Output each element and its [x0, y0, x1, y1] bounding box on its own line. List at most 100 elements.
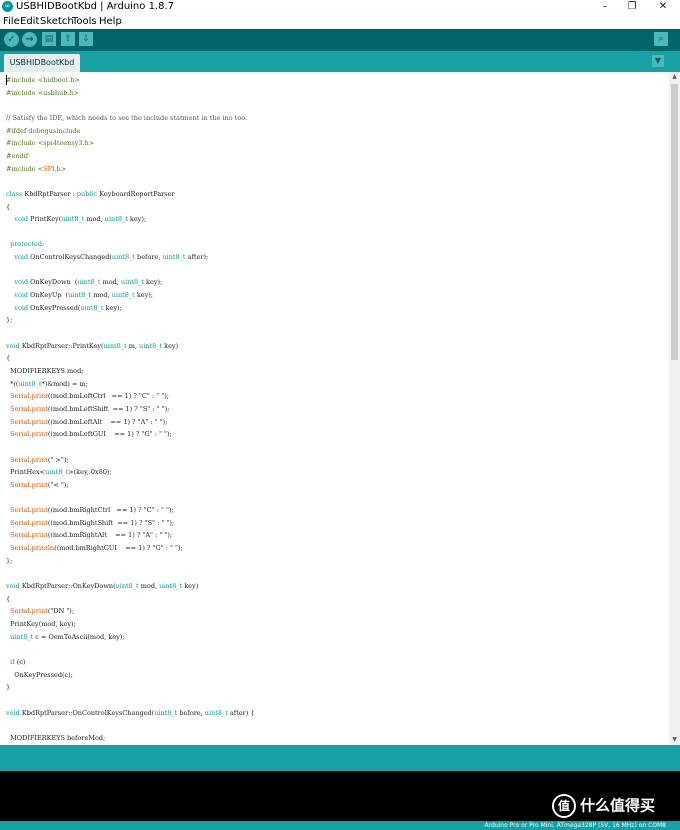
code-token: PrintHex< [6, 468, 46, 477]
code-token: MODIFIERKEYS mod; [6, 366, 84, 375]
code-token: void [14, 253, 29, 262]
status-bar [0, 745, 680, 771]
code-token: : [42, 240, 45, 249]
code-line: #include <hidboot.h> [6, 74, 80, 86]
code-token: KeyboardReportParser [97, 189, 175, 198]
code-line: void OnKeyPressed(uint8_t key); [6, 302, 122, 314]
code-token: ("DN "); [47, 607, 75, 616]
code-token: uint8_t [68, 291, 92, 300]
code-token: mod, [138, 582, 160, 590]
code-token: Serial [10, 430, 30, 439]
code-token: uint8_t [77, 278, 101, 287]
code-token: { [6, 202, 11, 211]
code-token: Serial [10, 480, 30, 489]
close-button[interactable]: ✕ [648, 0, 678, 14]
footer-bar: Arduino Pro or Pro Mini, ATmega328P (5V,… [0, 821, 680, 830]
code-token: print [31, 417, 48, 426]
code-token: *(( [6, 379, 19, 388]
code-token: uint8_t [104, 215, 128, 224]
arrow-down-icon: ⇩ [82, 34, 90, 44]
code-token: #include <usbhub.h> [6, 88, 80, 97]
scroll-up-arrow-icon[interactable]: ▲ [669, 72, 680, 82]
title-bar: ∞ USBHIDBootKbd | Arduino 1.8.7 – ❐ ✕ [0, 0, 680, 14]
code-token: PrintKey( [28, 215, 62, 224]
code-token: uint8_t [120, 278, 144, 287]
scroll-down-arrow-icon[interactable]: ▼ [669, 735, 680, 745]
code-line: void KbdRptParser::OnControlKeysChanged(… [6, 707, 255, 719]
code-line: Serial.print((mod.bmLeftCtrl == 1) ? "C"… [6, 390, 169, 402]
serial-monitor-button[interactable]: ⌕ [654, 32, 668, 46]
code-token: { [6, 354, 11, 363]
menu-file[interactable]: File [3, 14, 20, 29]
open-button[interactable]: ⇧ [61, 32, 75, 46]
minimize-button[interactable]: – [590, 0, 620, 14]
code-token: c = OemToAscii(mod, key); [33, 632, 125, 641]
code-token: key); [134, 291, 153, 300]
code-token: { [6, 594, 11, 603]
menu-edit[interactable]: Edit [20, 14, 39, 29]
code-token: OnKeyDown ( [28, 278, 78, 287]
scrollbar-thumb[interactable] [671, 84, 678, 360]
code-token: println [31, 544, 55, 553]
code-line: #include <usbhub.h> [6, 87, 79, 99]
code-line: Serial.print((mod.bmLeftShift == 1) ? "S… [6, 403, 169, 415]
code-token: ("< "); [47, 480, 69, 489]
code-token: key) [162, 341, 179, 350]
code-token: #include <hidboot.h> [6, 76, 80, 84]
code-line: uint8_t c = OemToAscii(mod, key); [6, 631, 125, 643]
code-line: #ifdef dobogusinclude [6, 125, 80, 137]
code-editor[interactable]: #include <hidboot.h> #include <usbhub.h> /… [0, 72, 669, 745]
upload-button[interactable]: → [22, 32, 37, 47]
code-token: uint8_t [111, 291, 135, 300]
code-token: void [14, 278, 29, 287]
code-token: KbdRptParser : [22, 189, 77, 198]
code-token: // Satisfy the IDE, which needs to see t… [6, 113, 248, 122]
code-token: Serial [10, 531, 30, 540]
new-button[interactable]: ▤ [42, 32, 56, 46]
code-line: { [6, 201, 10, 213]
maximize-button[interactable]: ❐ [617, 0, 647, 14]
code-line: Serial.println((mod.bmRightGUI == 1) ? "… [6, 542, 183, 554]
code-token: uint8_t [111, 253, 135, 262]
menu-sketch[interactable]: Sketch [40, 14, 74, 29]
code-token: uint8_t [139, 341, 163, 350]
code-token: print [31, 506, 48, 515]
menu-help[interactable]: Help [99, 14, 122, 29]
code-token: ((mod.bmLeftAlt == 1) ? "A" : " "); [47, 417, 168, 426]
code-token: after); [185, 253, 209, 262]
menu-tools[interactable]: Tools [72, 14, 97, 29]
code-token: before, [177, 708, 205, 717]
code-line: void OnControlKeysChanged(uint8_t before… [6, 251, 208, 263]
tab-usbhidbootkbd[interactable]: USBHIDBootKbd [4, 54, 80, 72]
check-icon: ✓ [7, 34, 16, 45]
code-token: print [31, 392, 48, 401]
vertical-scrollbar[interactable]: ▲ ▼ [669, 72, 680, 745]
code-token: uint8_t [61, 215, 85, 224]
code-token: SPI [43, 164, 55, 173]
code-token: ((mod.bmRightCtrl == 1) ? "C" : " "); [47, 506, 174, 515]
code-token: protected [10, 240, 43, 249]
code-line: #include <spi4teensy3.h> [6, 137, 94, 149]
code-token: Serial [10, 544, 30, 553]
code-token: void [14, 291, 29, 300]
code-line: Serial.print("< "); [6, 479, 69, 491]
tab-menu-button[interactable]: ▼ [652, 55, 664, 67]
code-token: .h> [54, 164, 67, 173]
text-caret [6, 75, 7, 85]
code-token: after) { [227, 708, 255, 717]
arduino-app-icon: ∞ [2, 1, 13, 12]
code-token: KbdRptParser::PrintKey( [19, 341, 104, 350]
code-line: PrintHex<uint8_t>(key, 0x80); [6, 466, 112, 478]
code-token: key); [103, 303, 122, 312]
code-line: Serial.print((mod.bmRightCtrl == 1) ? "C… [6, 504, 174, 516]
code-token: Serial [10, 518, 30, 527]
code-token: print [31, 480, 48, 489]
tab-bar: USBHIDBootKbd ▼ [0, 51, 680, 72]
code-token: uint8_t [45, 468, 69, 477]
code-token: uint8_t [18, 379, 42, 388]
save-button[interactable]: ⇩ [79, 32, 93, 46]
code-token: #include < [6, 164, 44, 173]
arrow-up-icon: ⇧ [64, 34, 72, 44]
verify-button[interactable]: ✓ [4, 32, 19, 47]
code-token: (" >"); [47, 455, 69, 464]
